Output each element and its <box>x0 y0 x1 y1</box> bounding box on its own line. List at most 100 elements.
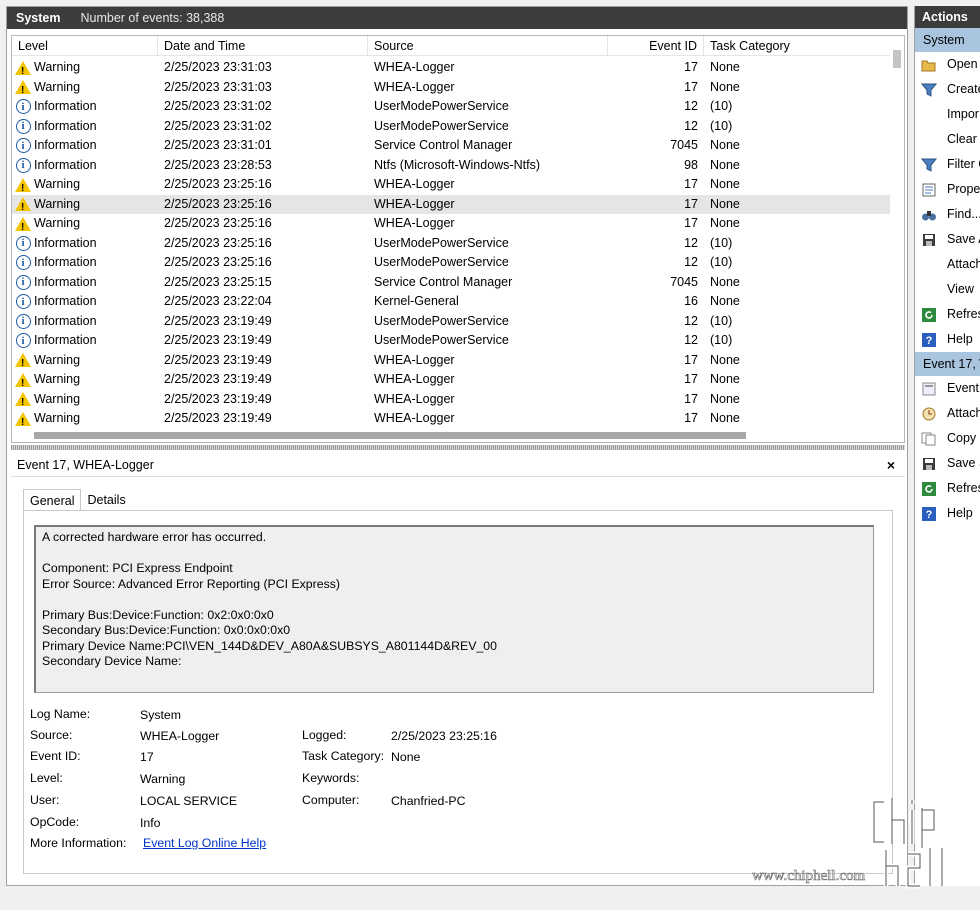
datetime-cell: 2/25/2023 23:31:02 <box>164 99 272 113</box>
action-item[interactable]: Copy <box>915 426 980 451</box>
level-text: Warning <box>34 372 81 386</box>
task-category-cell: None <box>710 60 740 74</box>
table-row[interactable]: Warning 2/25/2023 23:19:49 WHEA-Logger 17 No… <box>12 370 890 393</box>
vertical-scrollbar[interactable] <box>890 36 904 426</box>
watermark-text: www.chiphell.com <box>752 868 865 884</box>
level-cell: Warning <box>15 390 80 413</box>
level-text: Warning <box>34 79 81 94</box>
event-properties-icon <box>921 382 937 396</box>
table-row[interactable]: Warning 2/25/2023 23:31:03 WHEA-Logger 17 No… <box>12 58 890 81</box>
action-item[interactable]: View <box>915 277 980 302</box>
message-line: A corrected hardware error has occurred. <box>42 530 267 544</box>
table-row[interactable]: i Information 2/25/2023 23:31:01 Service Co… <box>12 136 890 156</box>
event-message-box[interactable]: A corrected hardware error has occurred.… <box>34 525 874 693</box>
table-row[interactable]: Warning 2/25/2023 23:19:49 WHEA-Logger 17 No… <box>12 409 890 432</box>
task-category-cell: (10) <box>710 313 733 328</box>
action-item[interactable]: Refres <box>915 302 980 327</box>
action-item[interactable]: Refres <box>915 476 980 501</box>
level-text: Information <box>34 157 97 172</box>
column-header-level[interactable]: Level <box>12 36 158 56</box>
action-item[interactable]: Open <box>915 52 980 77</box>
pane-splitter[interactable] <box>11 445 905 450</box>
horizontal-scrollbar[interactable] <box>12 428 892 442</box>
action-item[interactable]: Attach <box>915 252 980 277</box>
help-icon: ? <box>921 506 937 521</box>
message-line: Secondary Device Name: <box>42 654 182 668</box>
tab-details[interactable]: Details <box>81 489 131 511</box>
actions-list-system: Open Create Impor Clear L Filter C Proper Find… <box>915 52 980 352</box>
user-label: User: <box>30 793 60 807</box>
task-category-value: None <box>391 750 421 764</box>
refresh-icon <box>921 307 937 322</box>
more-info-label: More Information: <box>30 836 127 850</box>
level-cell: Warning <box>15 58 80 81</box>
tab-general[interactable]: General <box>23 489 82 511</box>
source-cell: UserModePowerService <box>374 333 509 347</box>
action-item[interactable]: Find... <box>915 202 980 227</box>
column-header-date[interactable]: Date and Time <box>158 36 368 56</box>
source-cell: WHEA-Logger <box>374 352 455 367</box>
table-row[interactable]: i Information 2/25/2023 23:25:16 UserModePo… <box>12 253 890 273</box>
actions-list-event: Event Attach Copy Save S Refres? Help <box>915 376 980 526</box>
action-item[interactable]: Filter C <box>915 152 980 177</box>
information-icon: i <box>15 313 31 329</box>
table-row[interactable]: Warning 2/25/2023 23:19:49 WHEA-Logger 17 No… <box>12 351 890 374</box>
datetime-cell: 2/25/2023 23:25:16 <box>164 177 272 191</box>
detail-title: Event 17, WHEA-Logger <box>17 457 154 472</box>
datetime-cell: 2/25/2023 23:28:53 <box>164 157 272 172</box>
table-row[interactable]: Warning 2/25/2023 23:25:16 WHEA-Logger 17 No… <box>12 175 890 198</box>
datetime-cell: 2/25/2023 23:19:49 <box>164 411 272 425</box>
datetime-cell: 2/25/2023 23:19:49 <box>164 391 272 406</box>
table-row[interactable]: Warning 2/25/2023 23:19:49 WHEA-Logger 17 No… <box>12 390 890 413</box>
table-row[interactable]: i Information 2/25/2023 23:22:04 Kernel-Gen… <box>12 292 890 312</box>
event-id-cell: 12 <box>684 313 698 328</box>
table-row[interactable]: i Information 2/25/2023 23:31:02 UserModePo… <box>12 117 890 137</box>
actions-section-event[interactable]: Event 17, W <box>915 352 980 376</box>
event-id-label: Event ID: <box>30 749 81 763</box>
table-row[interactable]: i Information 2/25/2023 23:25:16 UserModePo… <box>12 234 890 254</box>
information-icon: i <box>15 294 31 310</box>
message-line <box>42 592 867 608</box>
column-header-source[interactable]: Source <box>368 36 608 56</box>
action-item[interactable]: Attach <box>915 401 980 426</box>
horizontal-scroll-thumb[interactable] <box>34 432 746 439</box>
action-item[interactable]: Clear L <box>915 127 980 152</box>
action-item[interactable]: Create <box>915 77 980 102</box>
column-header-event-id[interactable]: Event ID <box>608 36 704 56</box>
folder-open-icon <box>921 58 937 72</box>
source-cell: WHEA-Logger <box>374 391 455 406</box>
level-cell: i Information <box>15 331 97 351</box>
actions-section-system[interactable]: System <box>915 28 980 52</box>
vertical-scroll-thumb[interactable] <box>893 50 901 68</box>
action-item[interactable]: Save A <box>915 227 980 252</box>
level-cell: i Information <box>15 234 97 254</box>
filter-icon <box>921 83 937 97</box>
action-label: Copy <box>947 431 977 445</box>
level-text: Information <box>34 313 97 328</box>
table-row[interactable]: i Information 2/25/2023 23:28:53 Ntfs (Micr… <box>12 156 890 176</box>
action-item[interactable]: Save S <box>915 451 980 476</box>
events-list[interactable]: Level Date and Time Source Event ID Task… <box>11 35 905 443</box>
table-row[interactable]: i Information 2/25/2023 23:19:49 UserModePo… <box>12 312 890 332</box>
task-category-cell: None <box>710 216 740 230</box>
close-icon[interactable]: × <box>887 457 895 473</box>
table-row[interactable]: i Information 2/25/2023 23:19:49 UserModePo… <box>12 331 890 351</box>
task-category-cell: None <box>710 274 740 289</box>
event-id-cell: 12 <box>684 118 698 133</box>
action-item[interactable]: ? Help <box>915 501 980 526</box>
table-row[interactable]: i Information 2/25/2023 23:25:15 Service Co… <box>12 273 890 293</box>
action-item[interactable]: Proper <box>915 177 980 202</box>
table-row[interactable]: i Information 2/25/2023 23:31:02 UserModePo… <box>12 97 890 117</box>
table-row[interactable]: Warning 2/25/2023 23:31:03 WHEA-Logger 17 No… <box>12 78 890 101</box>
action-item[interactable]: Impor <box>915 102 980 127</box>
table-row[interactable]: Warning 2/25/2023 23:25:16 WHEA-Logger 17 No… <box>12 194 890 218</box>
task-category-label: Task Category: <box>302 749 385 763</box>
detail-title-bar: Event 17, WHEA-Logger <box>11 453 905 477</box>
table-row[interactable]: Warning 2/25/2023 23:25:16 WHEA-Logger 17 No… <box>12 214 890 237</box>
event-log-online-help-link[interactable]: Event Log Online Help <box>143 836 266 850</box>
task-category-cell: (10) <box>710 99 733 113</box>
action-item[interactable]: Event <box>915 376 980 401</box>
action-item[interactable]: ? Help <box>915 327 980 352</box>
action-label: Event <box>947 381 979 395</box>
column-header-task-category[interactable]: Task Category <box>704 36 904 56</box>
